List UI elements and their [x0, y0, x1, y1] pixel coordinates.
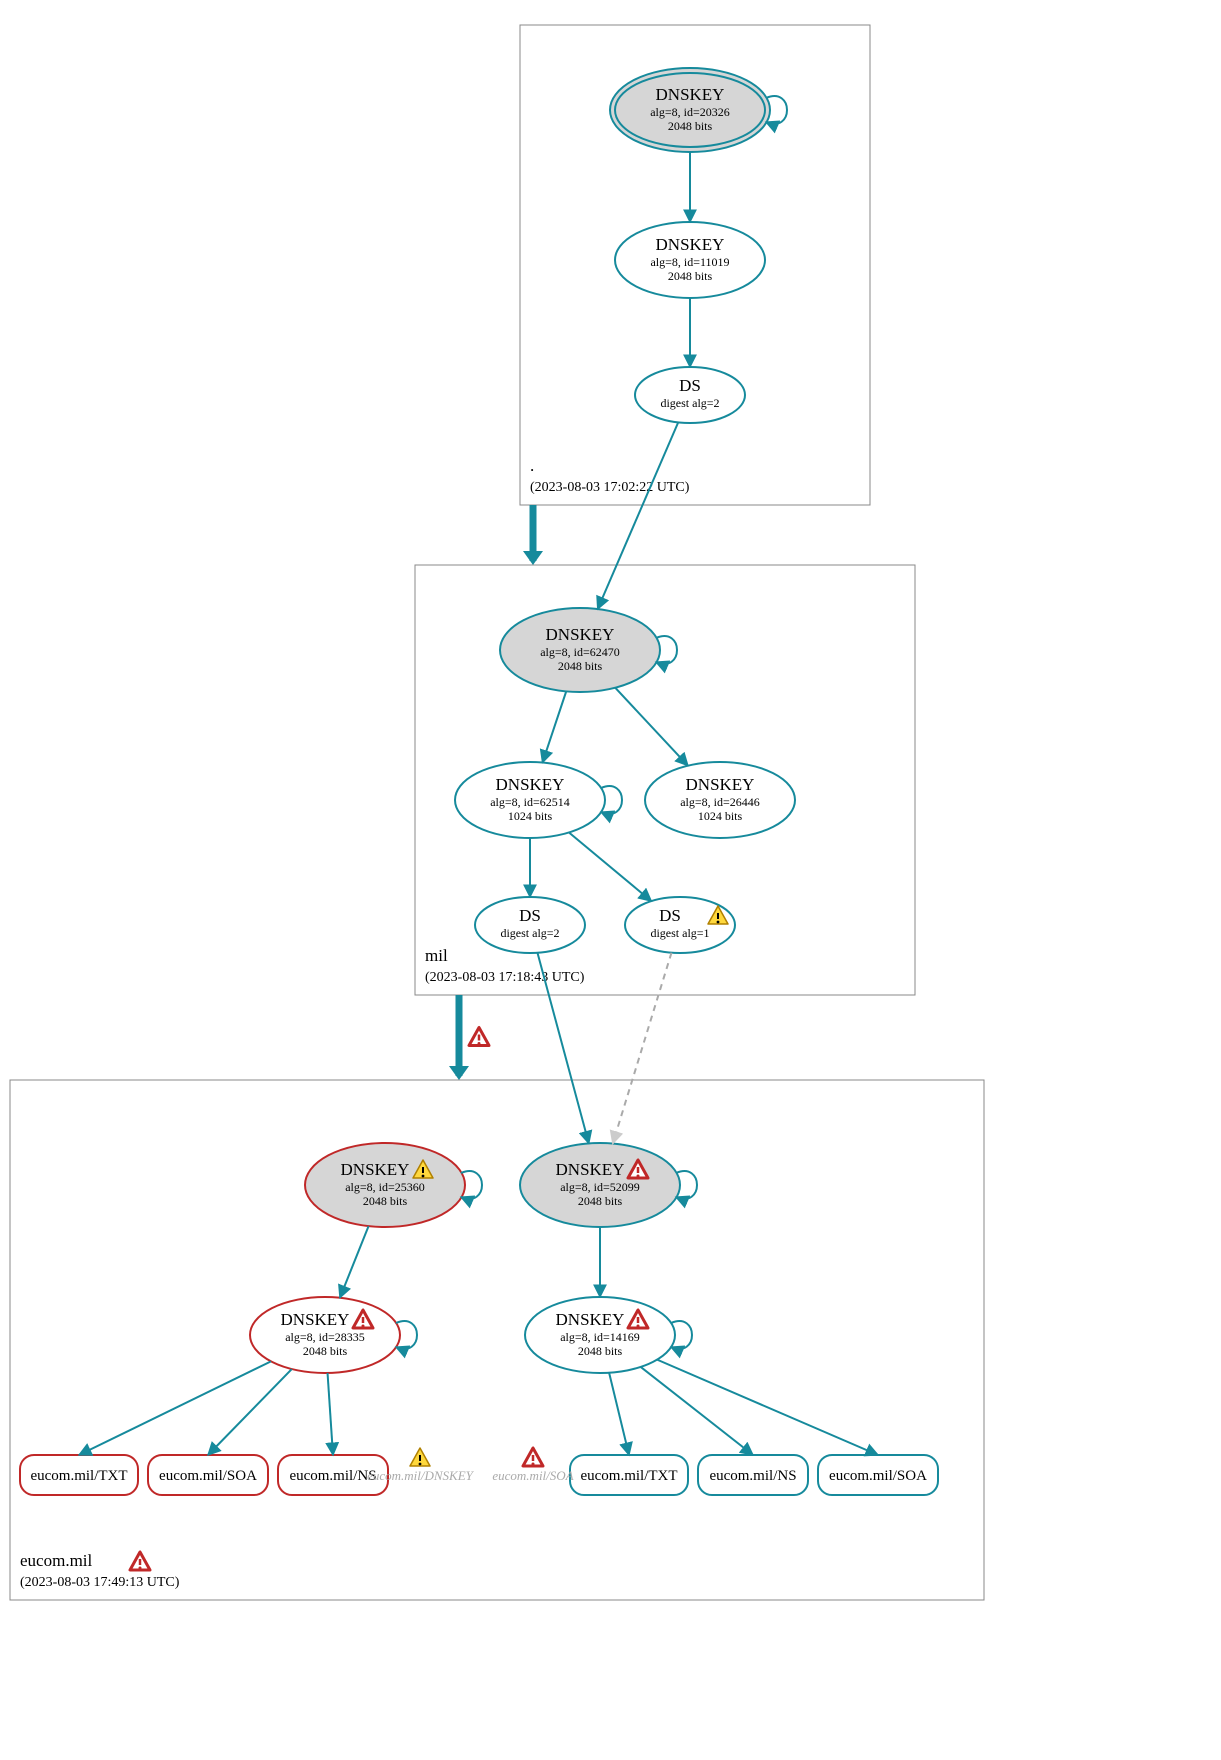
svg-text:DS: DS	[659, 906, 681, 925]
svg-text:DNSKEY: DNSKEY	[281, 1310, 350, 1329]
svg-text:DNSKEY: DNSKEY	[546, 625, 615, 644]
node-mil-ds1: DSdigest alg=2	[475, 897, 585, 953]
svg-text:DS: DS	[519, 906, 541, 925]
edge	[641, 1367, 753, 1455]
node-mil-zsk1: DNSKEYalg=8, id=625141024 bits	[455, 762, 622, 838]
svg-text:2048 bits: 2048 bits	[578, 1194, 623, 1208]
zone-timestamp: (2023-08-03 17:49:13 UTC)	[20, 1575, 180, 1590]
node-mil-ds2: DSdigest alg=1	[625, 897, 735, 953]
rrset-label: eucom.mil/SOA	[159, 1468, 257, 1484]
edge	[79, 1361, 271, 1455]
svg-text:alg=8, id=26446: alg=8, id=26446	[680, 795, 760, 809]
svg-text:DNSKEY: DNSKEY	[341, 1160, 410, 1179]
edge	[609, 1373, 629, 1455]
svg-text:2048 bits: 2048 bits	[558, 659, 603, 673]
zone-label: .	[530, 456, 534, 475]
zone-label: mil	[425, 946, 448, 965]
zone-label: eucom.mil	[20, 1551, 93, 1570]
node-root-ds: DSdigest alg=2	[635, 367, 745, 423]
svg-text:alg=8, id=11019: alg=8, id=11019	[650, 255, 729, 269]
edge	[208, 1369, 292, 1455]
svg-text:2048 bits: 2048 bits	[668, 119, 713, 133]
edge	[569, 832, 651, 901]
error-icon	[130, 1552, 150, 1570]
svg-text:DNSKEY: DNSKEY	[556, 1160, 625, 1179]
node-mil-zsk2: DNSKEYalg=8, id=264461024 bits	[645, 762, 795, 838]
svg-text:2048 bits: 2048 bits	[303, 1344, 348, 1358]
svg-text:alg=8, id=52099: alg=8, id=52099	[560, 1180, 640, 1194]
svg-text:digest alg=1: digest alg=1	[650, 926, 709, 940]
error-icon	[469, 1028, 489, 1046]
node-eucom-ksk_red: DNSKEYalg=8, id=253602048 bits	[305, 1143, 482, 1227]
svg-text:DNSKEY: DNSKEY	[686, 775, 755, 794]
ghost-rrset-label: eucom.mil/DNSKEY	[367, 1468, 475, 1483]
warning-icon	[410, 1448, 430, 1466]
svg-text:DNSKEY: DNSKEY	[496, 775, 565, 794]
svg-text:alg=8, id=14169: alg=8, id=14169	[560, 1330, 640, 1344]
rrset-label: eucom.mil/NS	[289, 1468, 376, 1484]
svg-text:DNSKEY: DNSKEY	[556, 1310, 625, 1329]
node-root-ksk: DNSKEYalg=8, id=203262048 bits	[610, 68, 787, 152]
svg-text:1024 bits: 1024 bits	[508, 809, 553, 823]
edge	[542, 691, 566, 762]
svg-text:DNSKEY: DNSKEY	[656, 235, 725, 254]
svg-text:alg=8, id=62470: alg=8, id=62470	[540, 645, 620, 659]
svg-text:alg=8, id=62514: alg=8, id=62514	[490, 795, 570, 809]
node-eucom-zsk_teal: DNSKEYalg=8, id=141692048 bits	[525, 1297, 692, 1373]
svg-text:alg=8, id=25360: alg=8, id=25360	[345, 1180, 425, 1194]
node-eucom-zsk_red: DNSKEYalg=8, id=283352048 bits	[250, 1297, 417, 1373]
svg-text:digest alg=2: digest alg=2	[660, 396, 719, 410]
svg-text:1024 bits: 1024 bits	[698, 809, 743, 823]
edge	[598, 422, 679, 609]
zone-box-eucom	[10, 1080, 984, 1600]
zone-timestamp: (2023-08-03 17:18:43 UTC)	[425, 970, 585, 985]
svg-text:DNSKEY: DNSKEY	[656, 85, 725, 104]
rrset-label: eucom.mil/NS	[709, 1468, 796, 1484]
edge	[340, 1226, 369, 1298]
svg-text:digest alg=2: digest alg=2	[500, 926, 559, 940]
zone-timestamp: (2023-08-03 17:02:22 UTC)	[530, 480, 690, 495]
edge	[328, 1373, 333, 1455]
svg-text:2048 bits: 2048 bits	[363, 1194, 408, 1208]
svg-text:2048 bits: 2048 bits	[578, 1344, 623, 1358]
node-mil-ksk: DNSKEYalg=8, id=624702048 bits	[500, 608, 677, 692]
rrset-label: eucom.mil/TXT	[30, 1468, 127, 1484]
svg-text:alg=8, id=28335: alg=8, id=28335	[285, 1330, 365, 1344]
error-icon	[523, 1448, 543, 1466]
svg-text:DS: DS	[679, 376, 701, 395]
node-eucom-ksk_teal: DNSKEYalg=8, id=520992048 bits	[520, 1143, 697, 1227]
rrset-label: eucom.mil/SOA	[829, 1468, 927, 1484]
node-root-zsk: DNSKEYalg=8, id=110192048 bits	[615, 222, 765, 298]
edge	[613, 953, 672, 1144]
dnssec-chain-diagram: .(2023-08-03 17:02:22 UTC)DNSKEYalg=8, i…	[0, 0, 1221, 1760]
svg-text:2048 bits: 2048 bits	[668, 269, 713, 283]
edge	[615, 688, 688, 766]
edge	[657, 1360, 878, 1455]
svg-text:alg=8, id=20326: alg=8, id=20326	[650, 105, 730, 119]
rrset-label: eucom.mil/TXT	[580, 1468, 677, 1484]
ghost-rrset-label: eucom.mil/SOA	[492, 1468, 573, 1483]
